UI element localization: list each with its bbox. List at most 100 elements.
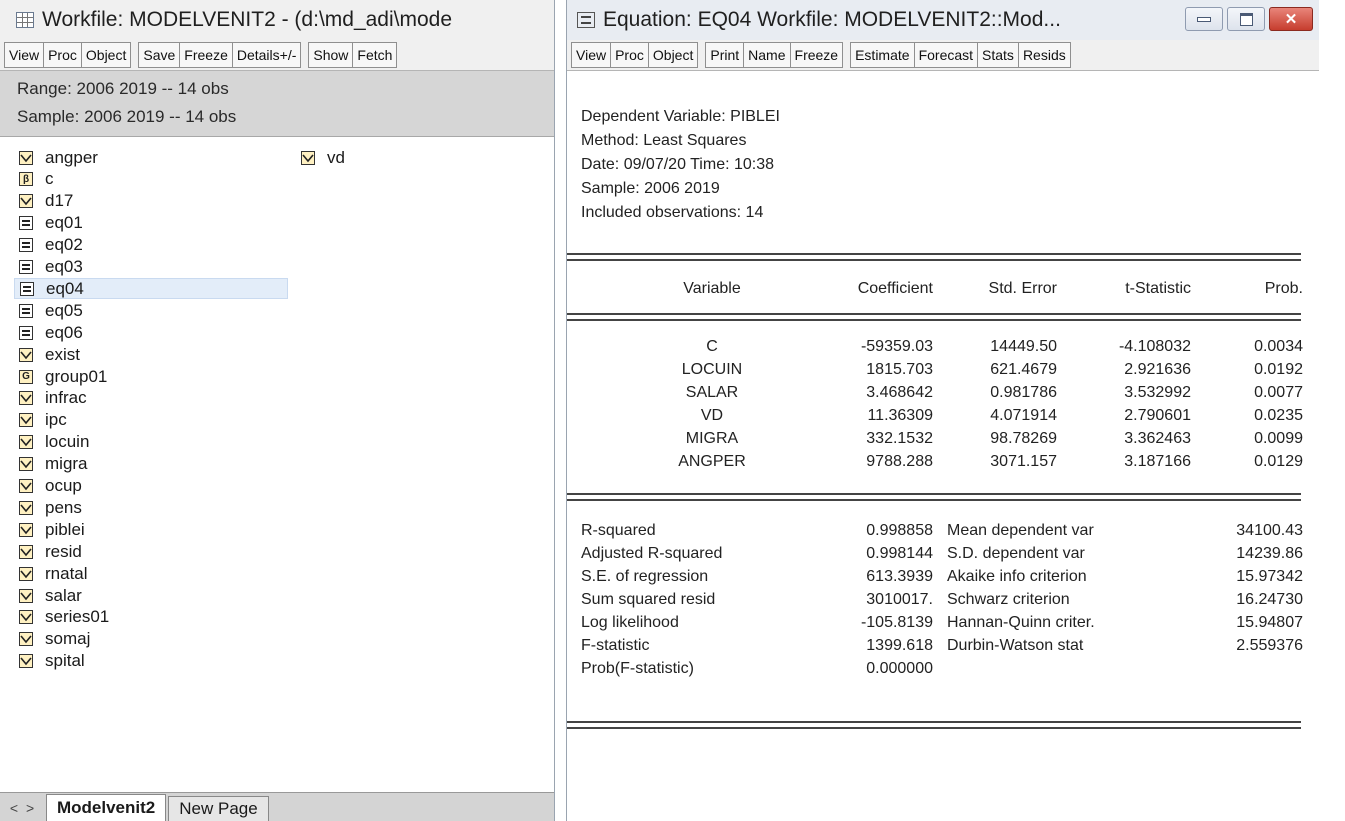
series-icon [19, 391, 33, 406]
range-sample-panel[interactable]: Range: 2006 2019 -- 14 obs Sample: 2006 … [0, 71, 554, 137]
workfile-object-somaj[interactable]: somaj [19, 629, 90, 650]
workfile-object-eq04[interactable]: eq04 [14, 278, 288, 300]
workfile-object-rnatal[interactable]: rnatal [19, 563, 88, 584]
workfile-object-label: group01 [45, 366, 108, 386]
coefficient-cell: 1815.703 [866, 361, 933, 378]
view-button[interactable]: View [4, 42, 45, 68]
coefficient-cell: -59359.03 [860, 338, 933, 355]
workfile-object-vd[interactable]: vd [301, 147, 345, 168]
workfile-object-exist[interactable]: exist [19, 344, 80, 365]
workfile-object-infrac[interactable]: infrac [19, 388, 87, 409]
workfile-object-salar[interactable]: salar [19, 585, 82, 606]
coefficient-cell: 3.532992 [1124, 384, 1191, 401]
stat-label: Durbin-Watson stat [947, 637, 1084, 654]
stat-value: 16.24730 [1236, 591, 1303, 608]
series-icon [19, 479, 33, 493]
workfile-object-eq06[interactable]: eq06 [19, 322, 83, 343]
workfile-object-label: ipc [45, 410, 67, 430]
tab-nav-arrows[interactable]: < > [0, 795, 46, 821]
stat-label: Sum squared resid [581, 591, 716, 608]
coefficient-cell: 0.0077 [1254, 384, 1303, 401]
group-icon: G [19, 369, 33, 384]
show-button[interactable]: Show [308, 42, 354, 68]
workfile-object-pens[interactable]: pens [19, 497, 82, 518]
print-button[interactable]: Print [705, 42, 745, 68]
equation-window: Equation: EQ04 Workfile: MODELVENIT2::Mo… [566, 0, 1319, 821]
eq-object-button[interactable]: Object [647, 42, 699, 68]
workfile-object-d17[interactable]: d17 [19, 191, 73, 212]
workfile-object-label: resid [45, 541, 82, 561]
workfile-object-eq03[interactable]: eq03 [19, 257, 83, 278]
workfile-object-c[interactable]: βc [19, 169, 54, 190]
stat-value: 15.97342 [1236, 568, 1303, 585]
workfile-object-label: exist [45, 344, 80, 364]
workfile-object-resid[interactable]: resid [19, 541, 82, 562]
window-gap [555, 0, 566, 821]
workfile-icon [16, 12, 34, 28]
workfile-toolbar: View Proc Object Save Freeze Details+/- … [0, 40, 554, 71]
forecast-button[interactable]: Forecast [913, 42, 979, 68]
estimation-output: Dependent Variable: PIBLEI Method: Least… [567, 99, 1319, 821]
name-button[interactable]: Name [743, 42, 791, 68]
column-header: Variable [683, 280, 741, 297]
maximize-button[interactable] [1227, 7, 1265, 31]
proc-button[interactable]: Proc [43, 42, 82, 68]
workfile-object-label: eq06 [45, 322, 83, 342]
workfile-object-label: spital [45, 651, 85, 671]
workfile-object-piblei[interactable]: piblei [19, 519, 85, 540]
workfile-object-eq01[interactable]: eq01 [19, 213, 83, 234]
coefficient-cell: 9788.288 [866, 453, 933, 470]
stat-label: Mean dependent var [947, 522, 1094, 539]
stat-label: Schwarz criterion [947, 591, 1070, 608]
workfile-object-label: piblei [45, 519, 85, 539]
workfile-object-ipc[interactable]: ipc [19, 410, 67, 431]
coefficient-cell: 621.4679 [990, 361, 1057, 378]
workfile-object-angper[interactable]: angper [19, 147, 98, 168]
coefficient-cell: 2.921636 [1124, 361, 1191, 378]
eq-view-button[interactable]: View [571, 42, 612, 68]
estimate-button[interactable]: Estimate [850, 42, 915, 68]
series-icon [19, 522, 33, 537]
coefficient-cell: 11.36309 [867, 407, 933, 424]
workfile-object-eq05[interactable]: eq05 [19, 300, 83, 321]
workfile-object-ocup[interactable]: ocup [19, 476, 82, 497]
workfile-object-eq02[interactable]: eq02 [19, 235, 83, 256]
stat-label: S.E. of regression [581, 568, 709, 585]
workfile-object-label: salar [45, 585, 82, 605]
coefficient-cell: 0.0192 [1254, 361, 1303, 378]
stat-label: Log likelihood [581, 614, 679, 631]
workfile-object-label: locuin [45, 432, 90, 452]
table-bottom-rule [567, 721, 1301, 729]
workfile-object-series01[interactable]: series01 [19, 607, 109, 628]
workfile-object-spital[interactable]: spital [19, 651, 85, 672]
series-icon [19, 632, 33, 647]
workfile-object-label: eq03 [45, 257, 83, 276]
workfile-object-locuin[interactable]: locuin [19, 432, 89, 453]
workfile-object-group01[interactable]: Ggroup01 [19, 366, 107, 387]
minimize-button[interactable] [1185, 7, 1223, 31]
series-icon [19, 544, 33, 559]
tab-modelvenit2[interactable]: Modelvenit2 [46, 794, 167, 821]
stats-button[interactable]: Stats [977, 42, 1019, 68]
fetch-button[interactable]: Fetch [352, 42, 398, 68]
details-button[interactable]: Details+/- [231, 42, 302, 68]
workfile-object-label: c [45, 169, 54, 189]
observations-line: Included observations: 14 [581, 204, 764, 221]
eq-freeze-button[interactable]: Freeze [789, 42, 844, 68]
save-button[interactable]: Save [138, 42, 181, 68]
freeze-button[interactable]: Freeze [179, 42, 233, 68]
stat-value: 3010017. [866, 591, 933, 608]
stat-value: 15.94807 [1236, 614, 1303, 631]
resids-button[interactable]: Resids [1017, 42, 1071, 68]
object-button[interactable]: Object [80, 42, 132, 68]
tab-new-page[interactable]: New Page [168, 796, 269, 821]
close-button[interactable]: ✕ [1269, 7, 1313, 31]
stat-value: 1399.618 [866, 637, 933, 654]
eq-proc-button[interactable]: Proc [610, 42, 649, 68]
workfile-object-migra[interactable]: migra [19, 454, 88, 475]
coefficient-cell: 98.78269 [990, 430, 1057, 447]
coef-bottom-rule [567, 493, 1301, 501]
workfile-titlebar[interactable]: Workfile: MODELVENIT2 - (d:\md_adi\mode [0, 0, 554, 40]
coefficient-cell: 0.981786 [990, 384, 1057, 401]
series-icon [19, 194, 33, 209]
